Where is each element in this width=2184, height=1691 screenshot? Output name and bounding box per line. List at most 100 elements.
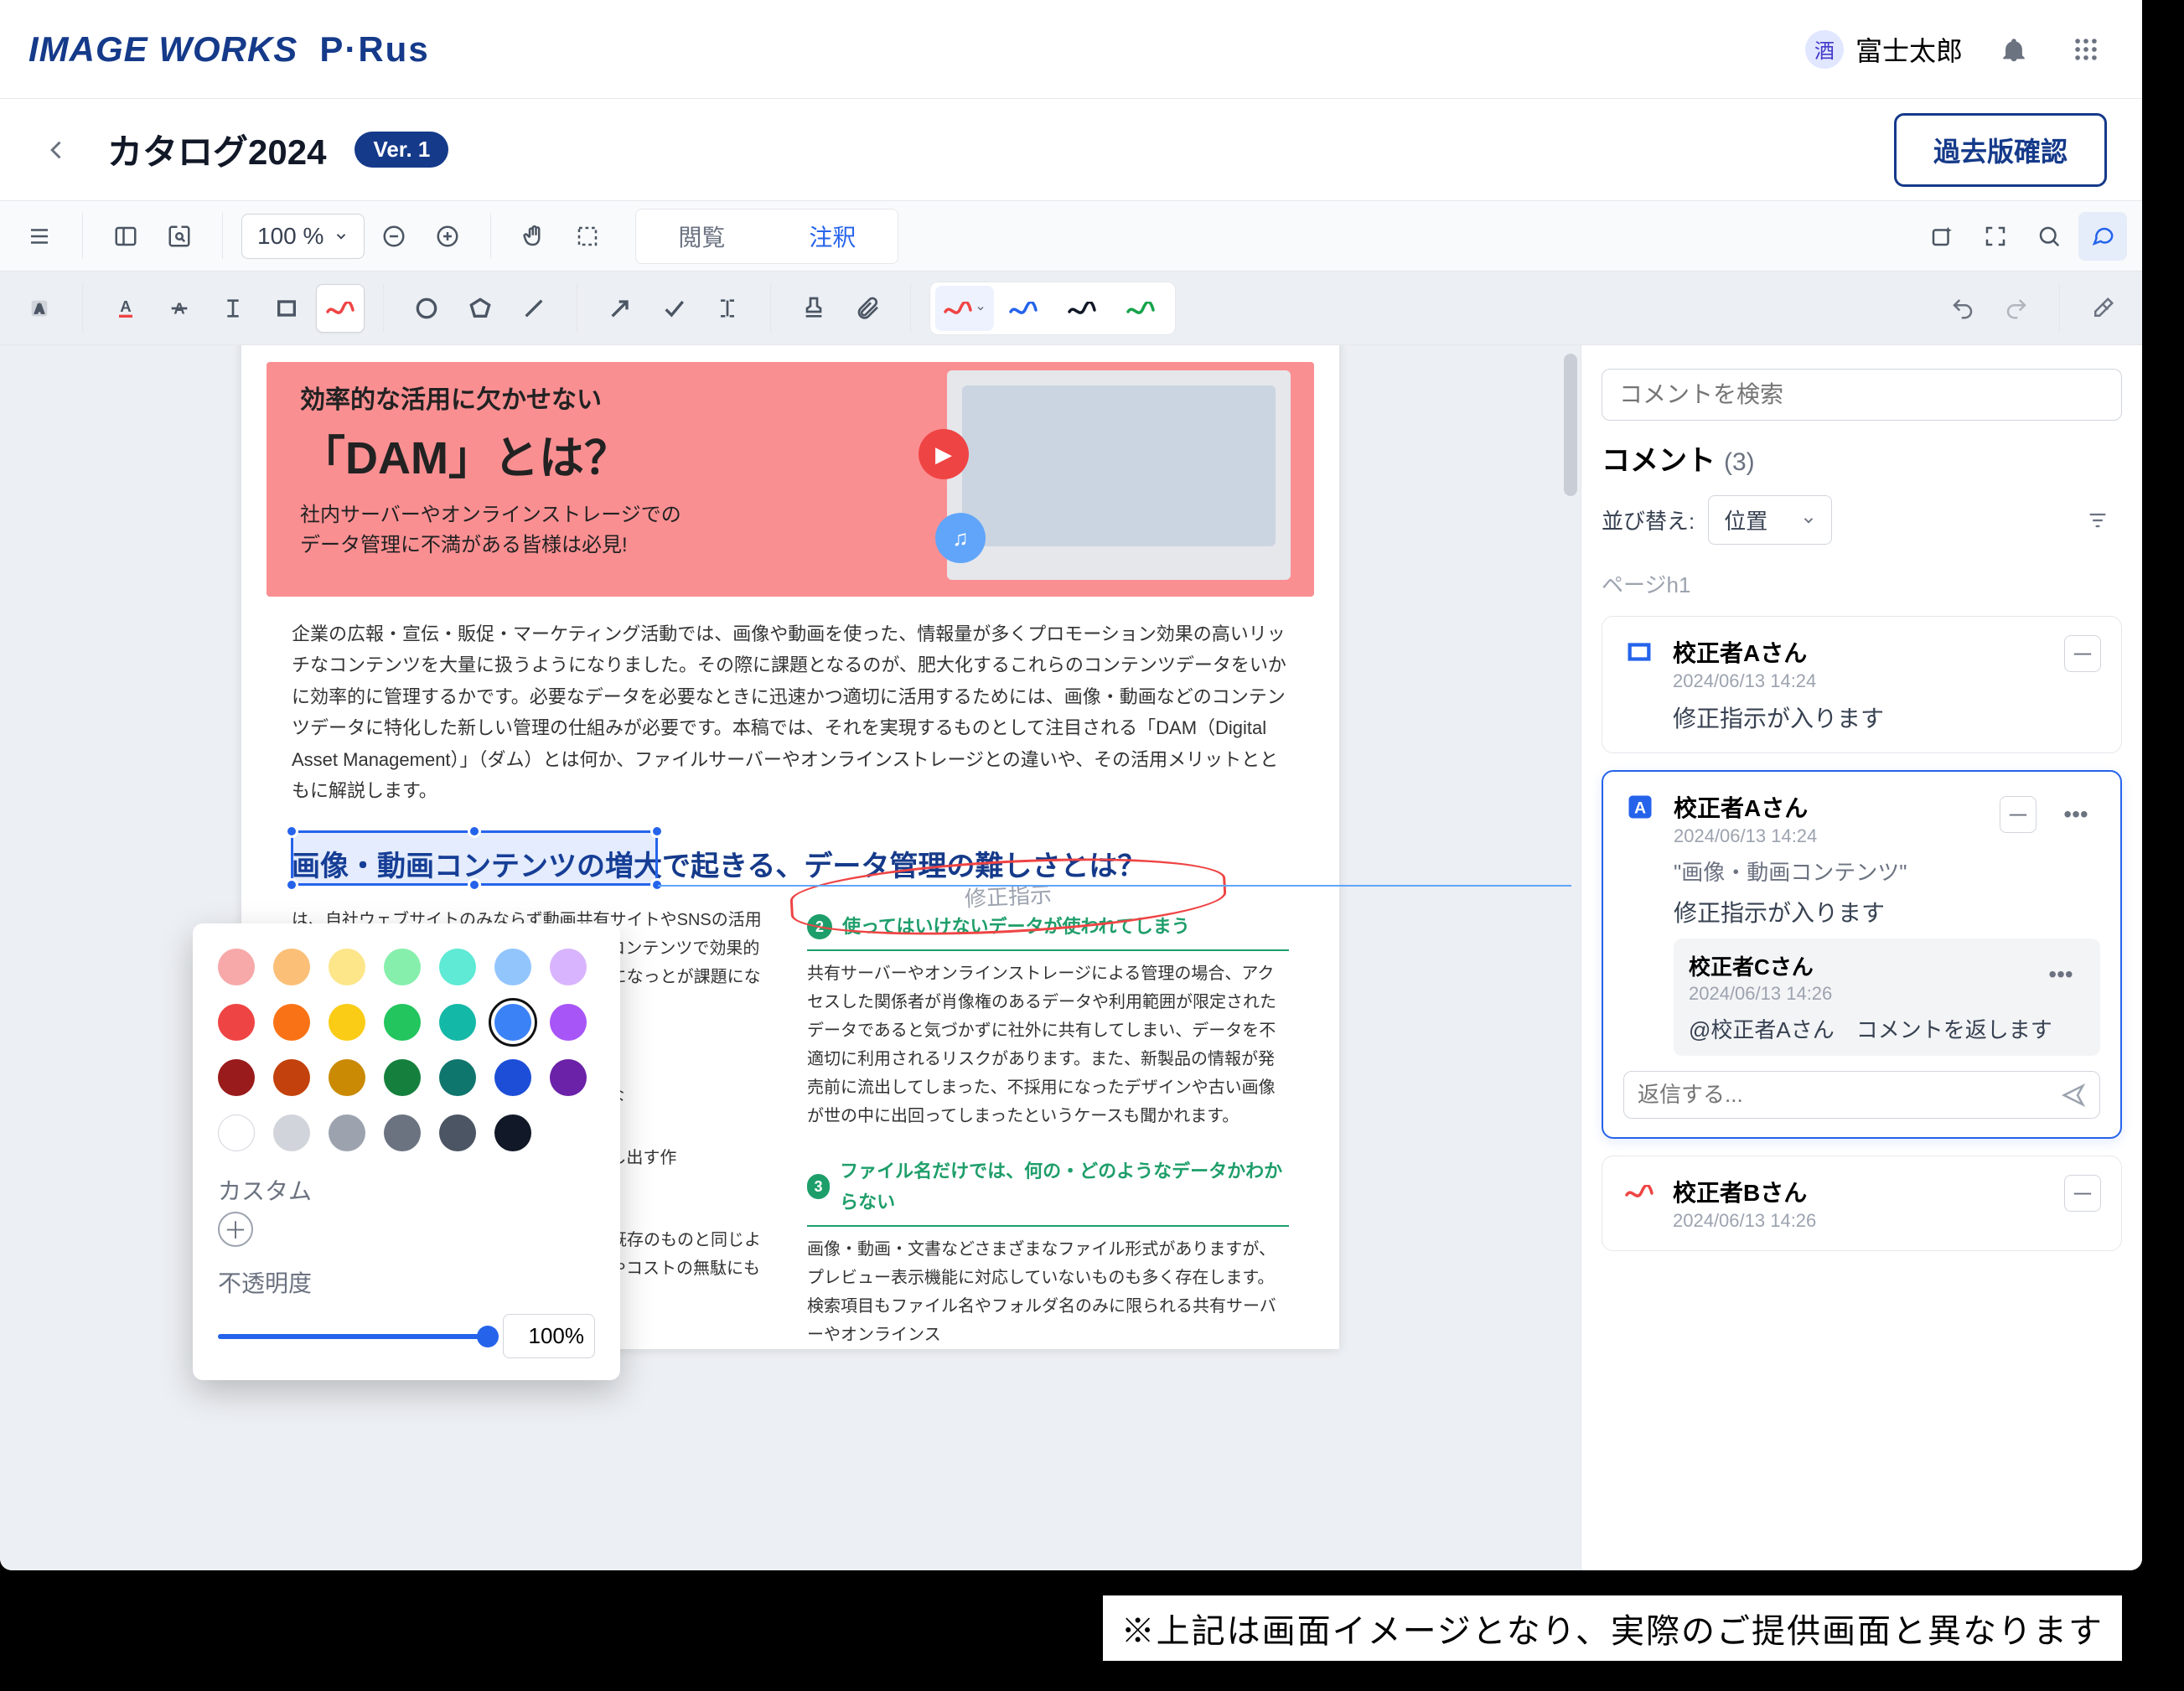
color-swatch[interactable] (329, 1004, 365, 1041)
text-highlight-tool-icon[interactable]: A (15, 284, 64, 333)
color-swatch[interactable] (273, 1004, 310, 1041)
color-swatch[interactable] (494, 1059, 531, 1096)
zoom-select[interactable]: 100 % (241, 214, 365, 259)
custom-color-label: カスタム (218, 1173, 595, 1207)
add-custom-color-button[interactable]: ＋ (218, 1212, 253, 1247)
color-swatch[interactable] (218, 949, 255, 985)
text-selection-box[interactable] (291, 830, 658, 886)
chevron-down-icon (976, 303, 986, 313)
color-swatch[interactable] (384, 1114, 421, 1151)
pen-preset-blue[interactable] (994, 286, 1053, 331)
panel-toggle-icon[interactable] (101, 212, 150, 261)
checkmark-tool-icon[interactable] (650, 284, 698, 333)
separator (770, 283, 771, 333)
comment-time: 2024/06/13 14:26 (1673, 1210, 2047, 1232)
search-icon[interactable] (2025, 212, 2073, 261)
undo-icon[interactable] (1938, 284, 1987, 333)
eraser-icon[interactable] (2078, 284, 2127, 333)
text-strikethrough-tool-icon[interactable]: A (155, 284, 204, 333)
color-swatch[interactable] (550, 1004, 587, 1041)
comment-card[interactable]: 校正者Aさん 2024/06/13 14:24 修正指示が入ります － (1602, 616, 2122, 753)
zoom-in-icon[interactable] (423, 212, 472, 261)
collapse-icon[interactable]: － (2064, 635, 2101, 672)
title-bar: カタログ2024 Ver. 1 過去版確認 (0, 99, 2142, 201)
comment-card[interactable]: 校正者Bさん 2024/06/13 14:26 － (1602, 1156, 2122, 1251)
back-button[interactable] (35, 128, 79, 172)
color-swatch[interactable] (494, 1114, 531, 1151)
text-caret-tool-icon[interactable] (703, 284, 752, 333)
color-swatch[interactable] (218, 1114, 255, 1151)
comments-panel-toggle-icon[interactable] (2078, 212, 2127, 261)
apps-grid-icon[interactable] (2065, 28, 2107, 70)
document-canvas[interactable]: 効率的な活用に欠かせない 「DAM」とは？ 社内サーバーやオンラインストレージで… (0, 345, 1581, 1570)
tab-view[interactable]: 閲覧 (636, 209, 767, 263)
tab-annotate[interactable]: 注釈 (767, 209, 898, 263)
pen-preset-black[interactable] (1053, 286, 1111, 331)
color-swatch[interactable] (273, 949, 310, 985)
history-button[interactable]: 過去版確認 (1894, 113, 2107, 187)
opacity-slider[interactable] (218, 1334, 488, 1339)
more-icon[interactable]: ••• (2052, 790, 2100, 839)
color-swatch[interactable] (439, 1114, 476, 1151)
color-swatch[interactable] (494, 1004, 531, 1041)
comment-author: 校正者Aさん (1674, 790, 1983, 824)
color-swatch[interactable] (384, 1004, 421, 1041)
collapse-icon[interactable]: － (2064, 1175, 2101, 1212)
stamp-tool-icon[interactable] (789, 284, 838, 333)
page-zoom-icon[interactable] (155, 212, 204, 261)
comment-card-active[interactable]: A 校正者Aさん 2024/06/13 14:24 "画像・動画コンテンツ" 修… (1602, 770, 2122, 1139)
pen-preset-green[interactable] (1111, 286, 1170, 331)
ellipse-tool-icon[interactable] (402, 284, 451, 333)
zoom-out-icon[interactable] (370, 212, 418, 261)
freehand-pen-tool-icon[interactable] (316, 284, 365, 333)
sparkle-export-icon[interactable] (1917, 212, 1966, 261)
separator (490, 213, 491, 259)
color-swatch[interactable] (329, 949, 365, 985)
chevron-down-icon (1801, 513, 1816, 528)
color-swatch[interactable] (273, 1059, 310, 1096)
reply-input-row (1623, 1071, 2100, 1119)
color-swatch[interactable] (273, 1114, 310, 1151)
bell-icon[interactable] (1993, 28, 2035, 70)
fullscreen-icon[interactable] (1971, 212, 2020, 261)
color-swatch[interactable] (218, 1004, 255, 1041)
vertical-scrollbar[interactable] (1559, 345, 1581, 1570)
more-icon[interactable]: ••• (2037, 950, 2085, 999)
sort-select[interactable]: 位置 (1708, 495, 1832, 545)
color-swatch[interactable] (384, 949, 421, 985)
pen-preset-red[interactable] (935, 286, 994, 331)
send-icon[interactable] (2061, 1083, 2086, 1108)
text-box-tool-icon[interactable] (209, 284, 257, 333)
collapse-icon[interactable]: － (2000, 796, 2037, 833)
color-swatch[interactable] (218, 1059, 255, 1096)
marquee-select-icon[interactable] (563, 212, 612, 261)
hamburger-icon[interactable] (15, 212, 64, 261)
svg-text:A: A (1634, 799, 1646, 818)
brand-right: 酒 富士太郎 (1805, 28, 2107, 70)
redo-icon[interactable] (1992, 284, 2041, 333)
color-swatch[interactable] (439, 1004, 476, 1041)
color-swatch[interactable] (494, 949, 531, 985)
color-swatch[interactable] (439, 1059, 476, 1096)
opacity-row (218, 1314, 595, 1358)
rectangle-tool-icon[interactable] (262, 284, 311, 333)
attachment-tool-icon[interactable] (843, 284, 892, 333)
hand-pan-icon[interactable] (510, 212, 558, 261)
line-tool-icon[interactable] (510, 284, 558, 333)
arrow-tool-icon[interactable] (596, 284, 644, 333)
reply-input[interactable] (1638, 1082, 2051, 1108)
user-chip[interactable]: 酒 富士太郎 (1805, 30, 1963, 69)
polygon-tool-icon[interactable] (456, 284, 505, 333)
color-swatch[interactable] (550, 949, 587, 985)
section-3-body: 画像・動画・文書などさまざまなファイル形式がありますが、プレビュー表示機能に対応… (807, 1235, 1289, 1349)
opacity-input[interactable] (503, 1314, 595, 1358)
section-2-body: 共有サーバーやオンラインストレージによる管理の場合、アクセスした関係者が肖像権の… (807, 959, 1289, 1130)
filter-icon[interactable] (2073, 496, 2122, 545)
color-swatch[interactable] (439, 949, 476, 985)
color-swatch[interactable] (329, 1114, 365, 1151)
text-underline-tool-icon[interactable]: A (101, 284, 150, 333)
color-swatch[interactable] (384, 1059, 421, 1096)
color-swatch[interactable] (329, 1059, 365, 1096)
comment-search-input[interactable] (1602, 369, 2122, 421)
color-swatch[interactable] (550, 1059, 587, 1096)
